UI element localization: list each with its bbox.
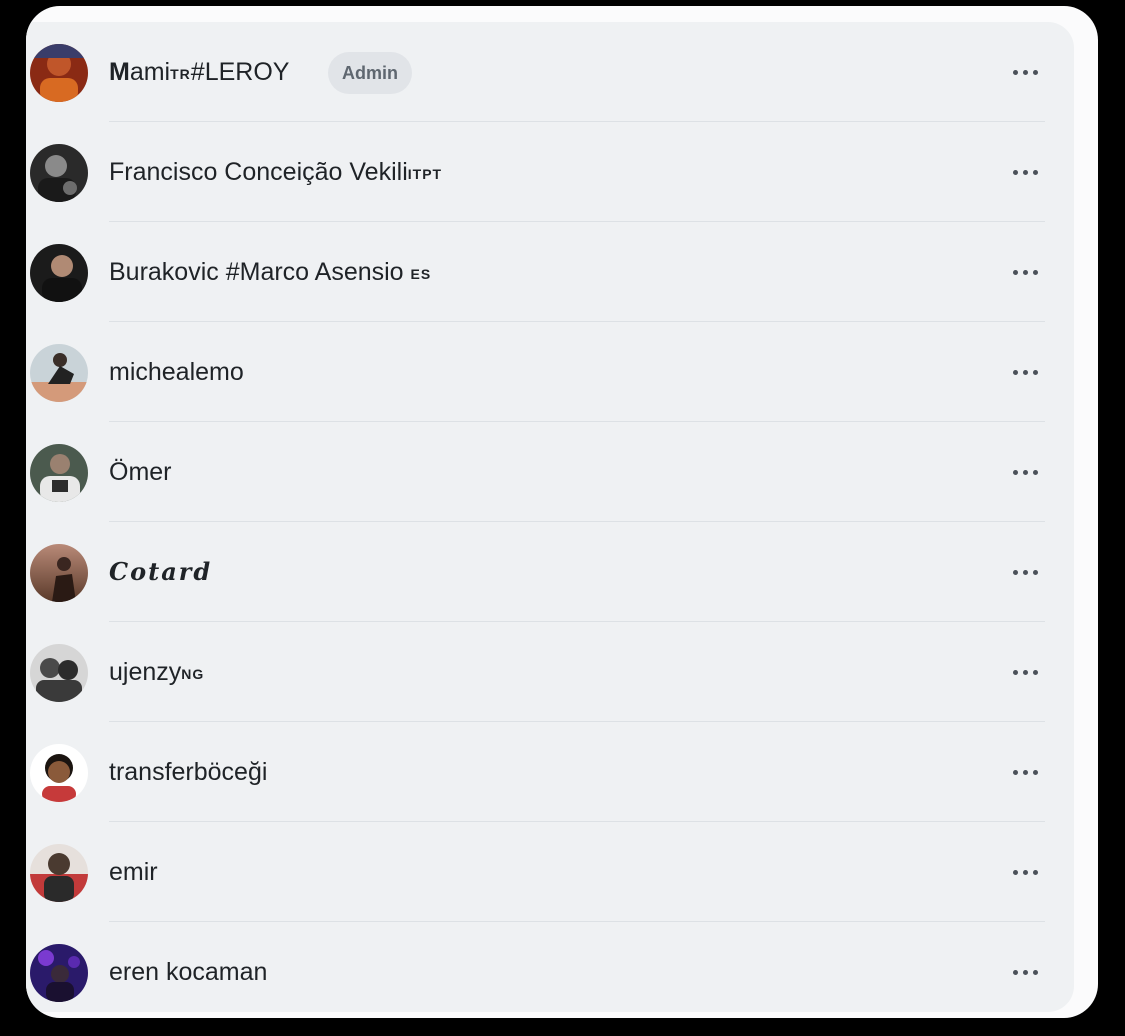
avatar[interactable] bbox=[30, 644, 88, 702]
member-name[interactable]: Francisco Conceição VekiliITPT bbox=[109, 155, 442, 191]
member-name[interactable]: ujenzyNG bbox=[109, 655, 204, 691]
member-name[interactable]: emir bbox=[109, 855, 158, 889]
more-options-icon[interactable] bbox=[1002, 558, 1048, 586]
avatar-photo-green-icon bbox=[30, 444, 88, 502]
list-item[interactable]: michealemo bbox=[26, 322, 1074, 422]
member-name-text: Francisco Conceição Vekili bbox=[109, 158, 408, 186]
member-name-tag: TR bbox=[170, 66, 191, 82]
member-name-tag: ITPT bbox=[407, 166, 443, 182]
more-options-icon[interactable] bbox=[1002, 958, 1048, 986]
list-item[interactable]: emir bbox=[26, 822, 1074, 922]
member-name[interactable]: transferböceği bbox=[109, 755, 267, 789]
member-name[interactable]: Burakovic #Marco Asensio ES bbox=[109, 255, 431, 291]
member-name[interactable]: Cotard bbox=[109, 555, 212, 589]
avatar-photo-dark-icon bbox=[30, 144, 88, 202]
more-options-icon[interactable] bbox=[1002, 358, 1048, 386]
member-name-rest: ami bbox=[129, 58, 171, 86]
list-item[interactable]: ujenzyNG bbox=[26, 622, 1074, 722]
list-item[interactable]: MamiTR#LEROY Admin bbox=[26, 22, 1074, 122]
more-options-icon[interactable] bbox=[1002, 458, 1048, 486]
avatar[interactable] bbox=[30, 244, 88, 302]
avatar-photo-red-icon bbox=[30, 844, 88, 902]
avatar[interactable] bbox=[30, 444, 88, 502]
avatar-photo-white-icon bbox=[30, 744, 88, 802]
member-list-window: MamiTR#LEROY Admin Francisco Conceição V… bbox=[26, 6, 1098, 1018]
member-name-text: Burakovic #Marco Asensio bbox=[109, 258, 411, 286]
avatar-photo-purple-icon bbox=[30, 944, 88, 1002]
more-options-icon[interactable] bbox=[1002, 858, 1048, 886]
list-item[interactable]: Burakovic #Marco Asensio ES bbox=[26, 222, 1074, 322]
avatar[interactable] bbox=[30, 744, 88, 802]
avatar-photo-light-icon bbox=[30, 344, 88, 402]
list-item[interactable]: Ömer bbox=[26, 422, 1074, 522]
more-options-icon[interactable] bbox=[1002, 758, 1048, 786]
avatar-photo-orange-icon bbox=[30, 44, 88, 102]
member-name-initial: M bbox=[109, 58, 130, 86]
member-list: MamiTR#LEROY Admin Francisco Conceição V… bbox=[26, 22, 1074, 1012]
list-item[interactable]: transferböceği bbox=[26, 722, 1074, 822]
more-options-icon[interactable] bbox=[1002, 658, 1048, 686]
avatar-photo-grey-icon bbox=[30, 644, 88, 702]
member-name[interactable]: MamiTR#LEROY bbox=[109, 55, 289, 91]
member-name-tag: NG bbox=[181, 666, 205, 682]
member-name-tag: ES bbox=[410, 266, 432, 282]
more-options-icon[interactable] bbox=[1002, 58, 1048, 86]
admin-badge: Admin bbox=[328, 52, 412, 94]
member-name[interactable]: Ömer bbox=[109, 455, 172, 489]
member-name[interactable]: eren kocaman bbox=[109, 955, 267, 989]
avatar[interactable] bbox=[30, 344, 88, 402]
avatar-photo-sunset-icon bbox=[30, 544, 88, 602]
more-options-icon[interactable] bbox=[1002, 158, 1048, 186]
list-item[interactable]: eren kocaman bbox=[26, 922, 1074, 1018]
avatar[interactable] bbox=[30, 944, 88, 1002]
avatar[interactable] bbox=[30, 44, 88, 102]
list-item[interactable]: Francisco Conceição VekiliITPT bbox=[26, 122, 1074, 222]
member-name-tail: #LEROY bbox=[190, 58, 290, 86]
avatar[interactable] bbox=[30, 544, 88, 602]
avatar-photo-dark-icon bbox=[30, 244, 88, 302]
avatar[interactable] bbox=[30, 844, 88, 902]
avatar[interactable] bbox=[30, 144, 88, 202]
list-item[interactable]: Cotard bbox=[26, 522, 1074, 622]
more-options-icon[interactable] bbox=[1002, 258, 1048, 286]
member-name[interactable]: michealemo bbox=[109, 355, 244, 389]
member-name-text: ujenzy bbox=[109, 658, 182, 686]
